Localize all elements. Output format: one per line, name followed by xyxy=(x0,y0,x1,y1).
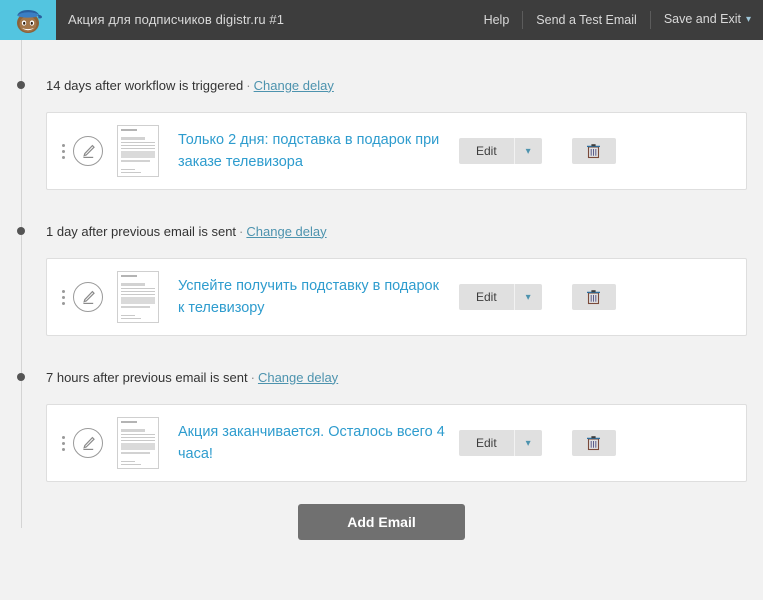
delete-email-button[interactable] xyxy=(571,138,616,164)
step-delay-text: 7 hours after previous email is sent xyxy=(46,369,248,385)
edit-button-group: Edit ▾ xyxy=(459,284,542,310)
app-header: Акция для подписчиков digistr.ru #1 Help… xyxy=(0,0,763,40)
email-card-actions: Edit ▾ xyxy=(459,430,616,456)
timeline-dot-icon xyxy=(17,227,25,235)
edit-button[interactable]: Edit xyxy=(459,138,514,164)
workflow-canvas: 14 days after workflow is triggered · Ch… xyxy=(0,40,763,600)
pencil-circle-icon[interactable] xyxy=(73,428,103,458)
step-delay-header: 7 hours after previous email is sent · C… xyxy=(0,362,763,392)
email-subject-link[interactable]: Только 2 дня: подставка в подарок при за… xyxy=(159,129,459,173)
chevron-down-icon: ▾ xyxy=(745,14,751,25)
trash-icon xyxy=(587,290,601,305)
pencil-icon xyxy=(82,436,95,450)
edit-button-group: Edit ▾ xyxy=(459,430,542,456)
workflow-steps-list: 14 days after workflow is triggered · Ch… xyxy=(0,40,763,482)
email-preview-thumbnail[interactable] xyxy=(117,417,159,469)
text-separator: · xyxy=(239,223,244,239)
save-and-exit-button[interactable]: Save and Exit ▾ xyxy=(651,0,757,41)
pencil-circle-icon[interactable] xyxy=(73,136,103,166)
step-delay-text: 14 days after workflow is triggered xyxy=(46,77,244,93)
email-preview-thumbnail[interactable] xyxy=(117,271,159,323)
email-card[interactable]: Акция заканчивается. Осталось всего 4 ча… xyxy=(46,404,747,482)
workflow-step: 7 hours after previous email is sent · C… xyxy=(0,336,763,482)
help-link[interactable]: Help xyxy=(471,0,523,40)
pencil-circle-icon[interactable] xyxy=(73,282,103,312)
trash-icon xyxy=(587,144,601,159)
edit-button[interactable]: Edit xyxy=(459,430,514,456)
change-delay-link[interactable]: Change delay xyxy=(246,224,326,239)
step-delay-text: 1 day after previous email is sent xyxy=(46,223,237,239)
text-separator: · xyxy=(250,369,255,385)
delete-email-button[interactable] xyxy=(571,284,616,310)
edit-dropdown-chevron-down-icon[interactable]: ▾ xyxy=(513,138,542,164)
drag-handle-icon[interactable] xyxy=(55,134,71,168)
email-subject-link[interactable]: Успейте получить подставку в подарок к т… xyxy=(159,275,459,319)
save-and-exit-label: Save and Exit xyxy=(663,12,741,26)
timeline-dot-icon xyxy=(17,81,25,89)
drag-handle-icon[interactable] xyxy=(55,280,71,314)
pencil-icon xyxy=(82,144,95,158)
step-delay-header: 1 day after previous email is sent · Cha… xyxy=(0,216,763,246)
workflow-step: 14 days after workflow is triggered · Ch… xyxy=(0,40,763,190)
add-email-row: Add Email xyxy=(0,504,763,540)
email-preview-thumbnail[interactable] xyxy=(117,125,159,177)
email-card-actions: Edit ▾ xyxy=(459,138,616,164)
workflow-step: 1 day after previous email is sent · Cha… xyxy=(0,190,763,336)
edit-dropdown-chevron-down-icon[interactable]: ▾ xyxy=(513,284,542,310)
mailchimp-freddie-icon xyxy=(17,10,42,33)
workflow-title: Акция для подписчиков digistr.ru #1 xyxy=(68,12,285,27)
change-delay-link[interactable]: Change delay xyxy=(258,370,338,385)
delete-email-button[interactable] xyxy=(571,430,616,456)
change-delay-link[interactable]: Change delay xyxy=(254,78,334,93)
text-separator: · xyxy=(246,77,251,93)
timeline-dot-icon xyxy=(17,373,25,381)
edit-button-group: Edit ▾ xyxy=(459,138,542,164)
mailchimp-logo[interactable] xyxy=(0,0,56,40)
send-test-email-link[interactable]: Send a Test Email xyxy=(523,0,650,40)
edit-dropdown-chevron-down-icon[interactable]: ▾ xyxy=(513,430,542,456)
email-card[interactable]: Успейте получить подставку в подарок к т… xyxy=(46,258,747,336)
step-delay-header: 14 days after workflow is triggered · Ch… xyxy=(0,70,763,100)
header-nav: Help Send a Test Email Save and Exit ▾ xyxy=(471,0,763,40)
email-card[interactable]: Только 2 дня: подставка в подарок при за… xyxy=(46,112,747,190)
drag-handle-icon[interactable] xyxy=(55,426,71,460)
pencil-icon xyxy=(82,290,95,304)
email-subject-link[interactable]: Акция заканчивается. Осталось всего 4 ча… xyxy=(159,421,459,465)
edit-button[interactable]: Edit xyxy=(459,284,514,310)
email-card-actions: Edit ▾ xyxy=(459,284,616,310)
add-email-button[interactable]: Add Email xyxy=(298,504,465,540)
trash-icon xyxy=(587,436,601,451)
